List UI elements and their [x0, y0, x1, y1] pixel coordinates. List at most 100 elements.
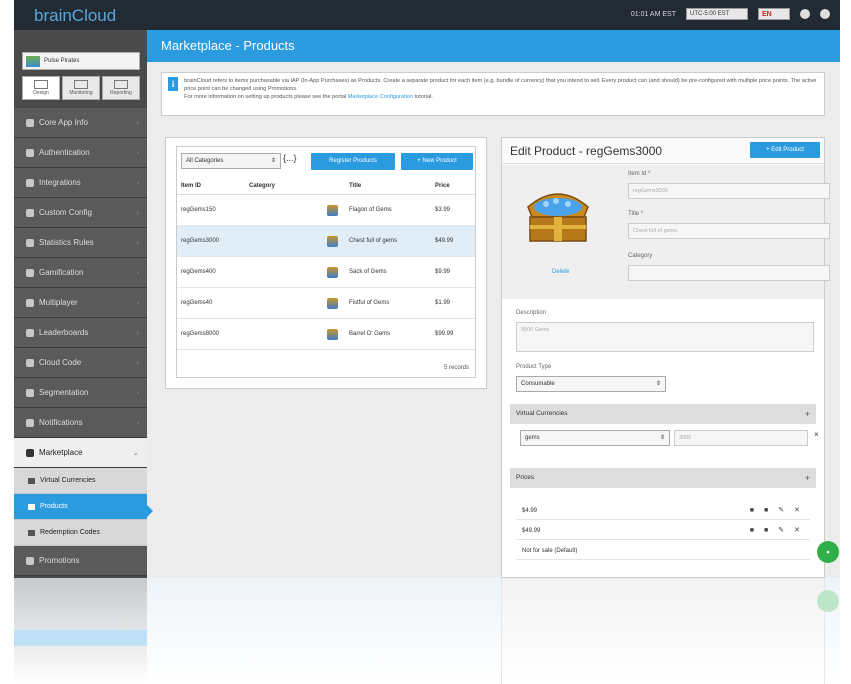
screenshot-reflection — [14, 578, 840, 684]
tool-monitoring[interactable]: Monitoring — [62, 76, 100, 100]
reflection-edit-panel — [501, 578, 825, 684]
chat-icon[interactable]: ▪ — [817, 541, 839, 563]
tool-design[interactable]: Design — [22, 76, 60, 100]
remove-currency-icon[interactable]: × — [814, 430, 819, 439]
android-store-icon[interactable]: ■ — [764, 522, 768, 540]
language-select[interactable]: EN — [758, 8, 790, 20]
sidebar-item-authentication[interactable]: Authentication › — [14, 138, 147, 168]
tool-reporting[interactable]: Reporting — [102, 76, 140, 100]
info-box: i brainCloud refers to items purchasable… — [161, 72, 825, 116]
price-row[interactable]: $49.99 ■ ■ ✎ ✕ — [516, 522, 810, 540]
sidebar-subitem-products[interactable]: Products — [14, 494, 147, 520]
chevron-right-icon: › — [136, 298, 139, 307]
delete-icon[interactable]: ✕ — [794, 522, 800, 540]
edit-icon[interactable]: ✎ — [778, 502, 784, 520]
virtual-currencies-section[interactable]: Virtual Currencies + — [510, 404, 816, 424]
chevron-right-icon: › — [136, 238, 139, 247]
design-icon — [34, 80, 48, 89]
price-row[interactable]: $4.99 ■ ■ ✎ ✕ — [516, 502, 810, 520]
tool-switcher: Design Monitoring Reporting — [22, 76, 140, 100]
col-item-id[interactable]: Item ID — [177, 183, 249, 189]
new-product-button[interactable]: + New Product — [401, 153, 473, 170]
sidebar-item-statistics-rules[interactable]: Statistics Rules › — [14, 228, 147, 258]
product-type-label: Product Type — [516, 364, 552, 370]
timezone-select[interactable]: UTC-5:00 EST — [686, 8, 748, 20]
currency-select[interactable]: gems ⇕ — [520, 430, 670, 446]
sidebar-item-custom-config[interactable]: Custom Config › — [14, 198, 147, 228]
app-selector[interactable]: Pulse Pirates — [22, 52, 140, 70]
edit-icon[interactable]: ✎ — [778, 522, 784, 540]
sidebar-item-notifications[interactable]: Notifications › — [14, 408, 147, 438]
code-icon — [26, 358, 34, 367]
table-row[interactable]: regGems40 Fistful of Gems $1.99 — [177, 288, 475, 319]
title-field[interactable]: Chest full of gems — [628, 223, 830, 239]
lock-icon — [26, 148, 34, 157]
chevron-right-icon: › — [136, 178, 139, 187]
product-type-select[interactable]: Consumable ⇕ — [516, 376, 666, 392]
table-header: Item ID Category Title Price — [177, 177, 475, 195]
col-category[interactable]: Category — [249, 183, 315, 189]
table-row[interactable]: regGems3000 Chest full of gems $49.99 — [177, 226, 475, 257]
table-row[interactable]: regGems8000 Barrel O' Gems $99.99 — [177, 319, 475, 350]
delete-image-link[interactable]: Delete — [552, 269, 569, 275]
top-bar-controls: 01:01 AM EST UTC-5:00 EST EN — [631, 8, 830, 20]
sidebar-item-marketplace[interactable]: Marketplace ⌄ — [14, 438, 147, 468]
help-icon[interactable] — [800, 9, 810, 19]
brand-name: brainCloud — [34, 6, 117, 25]
sidebar-item-leaderboards[interactable]: Leaderboards › — [14, 318, 147, 348]
sidebar-item-core-app-info[interactable]: Core App Info › — [14, 108, 147, 138]
product-list-panel: All Categories ⇕ {...} Register Products … — [165, 137, 487, 389]
add-currency-icon[interactable]: + — [805, 404, 810, 424]
sidebar-subitem-virtual-currencies[interactable]: Virtual Currencies — [14, 468, 147, 494]
product-table: Item ID Category Title Price regGems150 … — [177, 177, 475, 350]
sidebar-item-integrations[interactable]: Integrations › — [14, 168, 147, 198]
ios-store-icon[interactable]: ■ — [750, 502, 754, 520]
sidebar-item-segmentation[interactable]: Segmentation › — [14, 378, 147, 408]
currency-amount-field[interactable]: 3000 — [674, 430, 808, 446]
sidebar-subitem-redemption-codes[interactable]: Redemption Codes — [14, 520, 147, 546]
gem-barrel-icon — [326, 328, 338, 340]
marketplace-config-link[interactable]: Marketplace Configuration — [348, 94, 413, 100]
category-filter-select[interactable]: All Categories ⇕ — [181, 153, 281, 169]
brand-logo[interactable]: brainCloud — [34, 6, 116, 26]
plug-icon — [26, 178, 34, 187]
android-store-icon[interactable]: ■ — [764, 502, 768, 520]
description-field[interactable]: 3000 Gems — [516, 322, 814, 352]
sidebar-item-promotions[interactable]: Promotions — [14, 546, 147, 576]
info-icon: i — [168, 77, 179, 91]
ios-store-icon[interactable]: ■ — [750, 522, 754, 540]
edit-product-button[interactable]: + Edit Product — [750, 142, 820, 158]
sidebar-item-cloud-code[interactable]: Cloud Code › — [14, 348, 147, 378]
gem-sack-icon — [326, 266, 338, 278]
item-id-label: Item Id * — [628, 171, 651, 177]
table-row[interactable]: regGems400 Sack of Gems $9.99 — [177, 257, 475, 288]
delete-icon[interactable]: ✕ — [794, 502, 800, 520]
item-id-field[interactable]: regGems3000 — [628, 183, 830, 199]
chevron-right-icon: › — [136, 208, 139, 217]
col-price[interactable]: Price — [435, 183, 475, 189]
select-arrow-icon: ⇕ — [659, 435, 665, 441]
tag-icon — [28, 529, 35, 536]
page-title: Marketplace - Products — [147, 30, 840, 62]
treasure-chest-icon — [527, 193, 589, 242]
sidebar-item-gamification[interactable]: Gamification › — [14, 258, 147, 288]
records-count: 5 records — [443, 365, 469, 371]
select-arrow-icon: ⇕ — [270, 158, 276, 164]
table-row[interactable]: regGems150 Flagon of Gems $3.99 — [177, 195, 475, 226]
sidebar-nav: Core App Info › Authentication › Integrati… — [14, 108, 147, 576]
not-for-sale-row[interactable]: Not for sale (Default) — [516, 542, 810, 560]
title-label: Title * — [628, 211, 644, 217]
add-price-icon[interactable]: + — [805, 468, 810, 488]
col-title[interactable]: Title — [349, 183, 435, 189]
chevron-down-icon: ⌄ — [132, 448, 139, 457]
power-icon[interactable] — [820, 9, 830, 19]
chevron-right-icon: › — [136, 388, 139, 397]
sidebar-item-multiplayer[interactable]: Multiplayer › — [14, 288, 147, 318]
info-icon — [26, 118, 34, 127]
register-products-button[interactable]: Register Products — [311, 153, 395, 170]
json-view-button[interactable]: {...} — [283, 153, 297, 163]
category-field[interactable] — [628, 265, 830, 281]
edit-product-panel: Edit Product - regGems3000 + Edit Produc… — [501, 137, 830, 578]
prices-section[interactable]: Prices + — [510, 468, 816, 488]
currency-icon — [28, 477, 35, 484]
